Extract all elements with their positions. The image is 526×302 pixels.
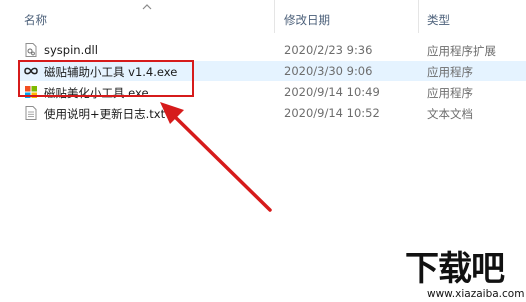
site-watermark: 下载吧 www.xiazaiba.com	[391, 248, 525, 300]
watermark-logo: 下载吧	[405, 249, 505, 289]
watermark-url: www.xiazaiba.com	[427, 288, 525, 300]
